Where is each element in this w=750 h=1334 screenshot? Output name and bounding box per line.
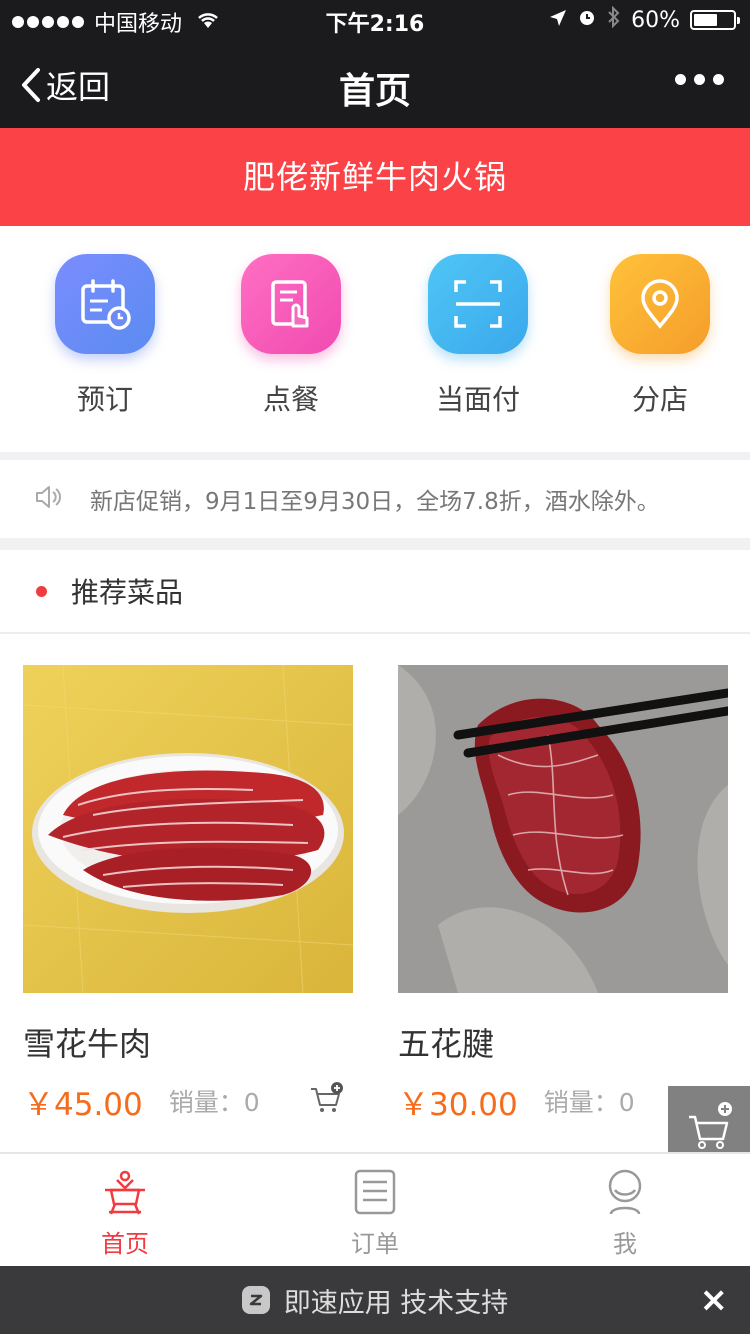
tab-bar: 首页 订单 我 — [0, 1152, 750, 1266]
support-text: 即速应用 技术支持 — [283, 1287, 509, 1319]
product-sales: 销量：0 — [169, 1083, 260, 1119]
speaker-icon — [34, 484, 64, 514]
notice-text: 新店促销，9月1日至9月30日，全场7.8折，酒水除外。 — [90, 489, 660, 515]
product-card[interactable]: 雪花牛肉 ￥45.00 销量：0 — [23, 665, 353, 1123]
back-button[interactable]: 返回 — [20, 62, 110, 108]
status-right: 60% — [549, 5, 740, 34]
product-card[interactable]: 五花腱 ￥30.00 销量：0 — [398, 665, 728, 1123]
scan-pay-icon — [428, 254, 528, 354]
section-header: 推荐菜品 — [0, 550, 750, 634]
shopping-cart-icon — [689, 1102, 732, 1149]
shop-name-banner: 肥佬新鲜牛肉火锅 — [0, 128, 750, 226]
product-meta: ￥45.00 销量：0 — [23, 1081, 353, 1123]
quick-action-pay[interactable]: 当面付 — [418, 254, 538, 418]
tab-home[interactable]: 首页 — [0, 1168, 250, 1259]
bluetooth-icon — [607, 5, 621, 34]
sales-label: 销量： — [543, 1088, 619, 1117]
tech-support-bar: 即速应用 技术支持 × — [0, 1266, 750, 1334]
tab-orders[interactable]: 订单 — [250, 1168, 500, 1259]
navigation-bar: 返回 首页 — [0, 40, 750, 128]
quick-action-branch[interactable]: 分店 — [600, 254, 720, 418]
quick-action-order[interactable]: 点餐 — [231, 254, 351, 418]
alarm-icon — [577, 7, 597, 33]
tab-label: 首页 — [101, 1230, 149, 1258]
product-sales: 销量：0 — [544, 1083, 635, 1119]
status-bar: 中国移动 下午2:16 60% — [0, 0, 750, 40]
product-price: ￥45.00 — [23, 1086, 143, 1123]
section-dot — [36, 585, 47, 597]
hotpot-icon — [0, 1168, 250, 1218]
add-to-cart-button[interactable] — [309, 1081, 345, 1121]
chevron-left-icon — [22, 68, 40, 102]
product-price: ￥30.00 — [398, 1086, 518, 1123]
close-button[interactable]: × — [700, 1280, 729, 1320]
sales-count: 0 — [243, 1088, 260, 1117]
cart-add-icon — [311, 1082, 343, 1112]
battery-percent: 60% — [631, 7, 680, 33]
tab-me[interactable]: 我 — [500, 1168, 750, 1259]
location-arrow-icon — [549, 8, 567, 33]
tab-label: 订单 — [351, 1230, 399, 1258]
battery-fill — [694, 14, 717, 26]
product-image[interactable] — [398, 665, 728, 993]
divider — [0, 538, 750, 550]
tab-label: 我 — [613, 1230, 637, 1258]
quick-actions: 预订 点餐 当面付 分店 — [0, 226, 750, 456]
product-name: 雪花牛肉 — [23, 1025, 152, 1063]
product-name: 五花腱 — [398, 1025, 495, 1063]
sales-label: 销量： — [168, 1088, 244, 1117]
section-title: 推荐菜品 — [71, 576, 184, 609]
back-label: 返回 — [46, 68, 111, 106]
quick-action-label: 预订 — [76, 383, 133, 416]
divider — [0, 452, 750, 460]
calendar-clock-icon — [55, 254, 155, 354]
quick-action-label: 当面付 — [435, 383, 520, 416]
page-title: 首页 — [338, 71, 411, 112]
quick-action-label: 分店 — [631, 383, 688, 416]
jisu-logo-icon — [241, 1286, 270, 1314]
battery-icon — [690, 10, 740, 30]
more-menu-button[interactable] — [675, 74, 724, 85]
quick-action-reserve[interactable]: 预订 — [45, 254, 165, 418]
user-icon — [500, 1168, 750, 1218]
menu-order-icon — [241, 254, 341, 354]
quick-action-label: 点餐 — [262, 383, 319, 416]
promotion-notice[interactable]: 新店促销，9月1日至9月30日，全场7.8折，酒水除外。 — [0, 460, 750, 538]
sales-count: 0 — [618, 1088, 635, 1117]
product-image[interactable] — [23, 665, 353, 993]
location-pin-icon — [610, 254, 710, 354]
order-list-icon — [250, 1168, 500, 1218]
